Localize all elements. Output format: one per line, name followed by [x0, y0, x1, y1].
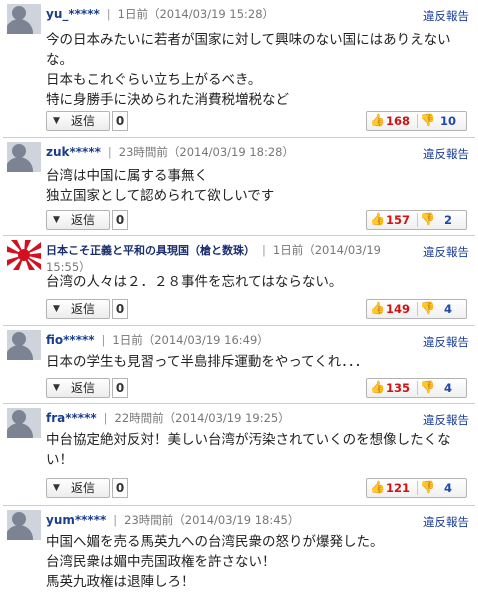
comment-timestamp: 23時間前（2014/03/19 18:45）	[124, 513, 300, 527]
reply-label: 返信	[71, 481, 96, 495]
comment-meta: zuk***** | 23時間前（2014/03/19 18:28）	[46, 144, 405, 160]
vote-divider	[417, 213, 418, 227]
comment-item: zuk***** | 23時間前（2014/03/19 18:28） 違反報告 台湾…	[3, 138, 475, 236]
comment-meta: fio***** | 1日前（2014/03/19 16:49）	[46, 332, 405, 348]
avatar[interactable]	[7, 142, 41, 172]
comment-timestamp: 22時間前（2014/03/19 19:25）	[114, 411, 290, 425]
meta-separator: |	[106, 7, 111, 21]
reply-count: 0	[112, 478, 128, 498]
like-count[interactable]: 157	[381, 213, 415, 227]
dislike-count[interactable]: 4	[431, 381, 465, 395]
comment-meta: 日本こそ正義と平和の具現国（槍と数珠） | 1日前（2014/03/19 15:55…	[46, 242, 405, 275]
comment-item: yum***** | 23時間前（2014/03/19 18:45） 違反報告 中国…	[3, 506, 475, 600]
reply-count: 0	[112, 299, 128, 319]
reply-count: 0	[112, 111, 128, 131]
comment-username[interactable]: fra*****	[46, 411, 97, 425]
dislike-count[interactable]: 4	[431, 302, 465, 316]
reply-count: 0	[112, 210, 128, 230]
dislike-count[interactable]: 4	[431, 481, 465, 495]
caret-down-icon: ▼	[53, 483, 60, 493]
reply-button[interactable]: ▼ 返信	[46, 478, 110, 498]
meta-separator: |	[262, 243, 266, 257]
vote-divider	[417, 481, 418, 495]
caret-down-icon: ▼	[53, 383, 60, 393]
caret-down-icon: ▼	[53, 304, 60, 314]
comment-username[interactable]: 日本こそ正義と平和の具現国（槍と数珠）	[46, 244, 255, 257]
report-link[interactable]: 違反報告	[423, 146, 469, 162]
vote-box: 👍 121 👎 4	[366, 478, 467, 498]
avatar[interactable]	[7, 4, 41, 34]
comment-username[interactable]: yum*****	[46, 513, 106, 527]
comment-text: 中国へ媚を売る馬英九への台湾民衆の怒りが爆発した。 台湾民衆は媚中売国政権を許さ…	[46, 534, 384, 590]
comment-text: 台湾は中国に属する事無く 独立国家として認められて欲しいです	[46, 168, 275, 204]
comment-text: 日本の学生も見習って半島排斥運動をやってくれ．．．	[46, 354, 369, 370]
rising-sun-flag-icon	[7, 240, 41, 270]
reply-button[interactable]: ▼ 返信	[46, 378, 110, 398]
vote-box: 👍 135 👎 4	[366, 378, 467, 398]
comment-timestamp: 23時間前（2014/03/19 18:28）	[118, 145, 294, 159]
vote-box: 👍 168 👎 10	[366, 111, 467, 131]
comment-username[interactable]: yu_*****	[46, 7, 100, 21]
avatar[interactable]	[7, 510, 41, 540]
vote-box: 👍 157 👎 2	[366, 210, 467, 230]
report-link[interactable]: 違反報告	[423, 244, 469, 260]
comment-text: 台湾の人々は２．２８事件を忘れてはならない。	[46, 274, 343, 290]
comment-item: 日本こそ正義と平和の具現国（槍と数珠） | 1日前（2014/03/19 15:55…	[3, 236, 475, 326]
vote-divider	[417, 302, 418, 316]
dislike-count[interactable]: 10	[431, 114, 465, 128]
avatar[interactable]	[7, 408, 41, 438]
comment-timestamp: 1日前（2014/03/19 15:28）	[117, 7, 275, 21]
comment-text: 中台協定絶対反対！美しい台湾が汚染されていくのを想像したくない！	[46, 432, 451, 468]
reply-count: 0	[112, 378, 128, 398]
comment-meta: yum***** | 23時間前（2014/03/19 18:45）	[46, 512, 405, 528]
comment-username[interactable]: fio*****	[46, 333, 95, 347]
like-count[interactable]: 168	[381, 114, 415, 128]
report-link[interactable]: 違反報告	[423, 8, 469, 24]
reply-button[interactable]: ▼ 返信	[46, 299, 110, 319]
comment-item: fio***** | 1日前（2014/03/19 16:49） 違反報告 日本の学…	[3, 326, 475, 404]
caret-down-icon: ▼	[53, 116, 60, 126]
report-link[interactable]: 違反報告	[423, 514, 469, 530]
reply-button[interactable]: ▼ 返信	[46, 111, 110, 131]
reply-label: 返信	[71, 114, 96, 128]
report-link[interactable]: 違反報告	[423, 334, 469, 350]
vote-box: 👍 149 👎 4	[366, 299, 467, 319]
like-count[interactable]: 135	[381, 381, 415, 395]
comment-text: 今の日本みたいに若者が国家に対して興味のない国にはありえないな。 日本もこれぐら…	[46, 32, 451, 108]
comment-meta: yu_***** | 1日前（2014/03/19 15:28）	[46, 6, 405, 22]
meta-separator: |	[107, 145, 112, 159]
vote-divider	[417, 114, 418, 128]
comment-timestamp: 1日前（2014/03/19 16:49）	[112, 333, 269, 347]
vote-divider	[417, 381, 418, 395]
caret-down-icon: ▼	[53, 215, 60, 225]
comment-item: yu_***** | 1日前（2014/03/19 15:28） 違反報告 今の日本…	[3, 0, 475, 138]
reply-label: 返信	[71, 381, 96, 395]
dislike-count[interactable]: 2	[431, 213, 465, 227]
comment-meta: fra***** | 22時間前（2014/03/19 19:25）	[46, 410, 405, 426]
reply-label: 返信	[71, 213, 96, 227]
avatar[interactable]	[7, 330, 41, 360]
meta-separator: |	[113, 513, 118, 527]
reply-label: 返信	[71, 302, 96, 316]
meta-separator: |	[103, 411, 108, 425]
rising-sun-flag-avatar[interactable]	[7, 240, 41, 270]
report-link[interactable]: 違反報告	[423, 412, 469, 428]
meta-separator: |	[101, 333, 106, 347]
comment-username[interactable]: zuk*****	[46, 145, 101, 159]
reply-button[interactable]: ▼ 返信	[46, 210, 110, 230]
comment-feed: yu_***** | 1日前（2014/03/19 15:28） 違反報告 今の日本…	[0, 0, 478, 600]
comment-item: fra***** | 22時間前（2014/03/19 19:25） 違反報告 中台…	[3, 404, 475, 506]
like-count[interactable]: 121	[381, 481, 415, 495]
like-count[interactable]: 149	[381, 302, 415, 316]
